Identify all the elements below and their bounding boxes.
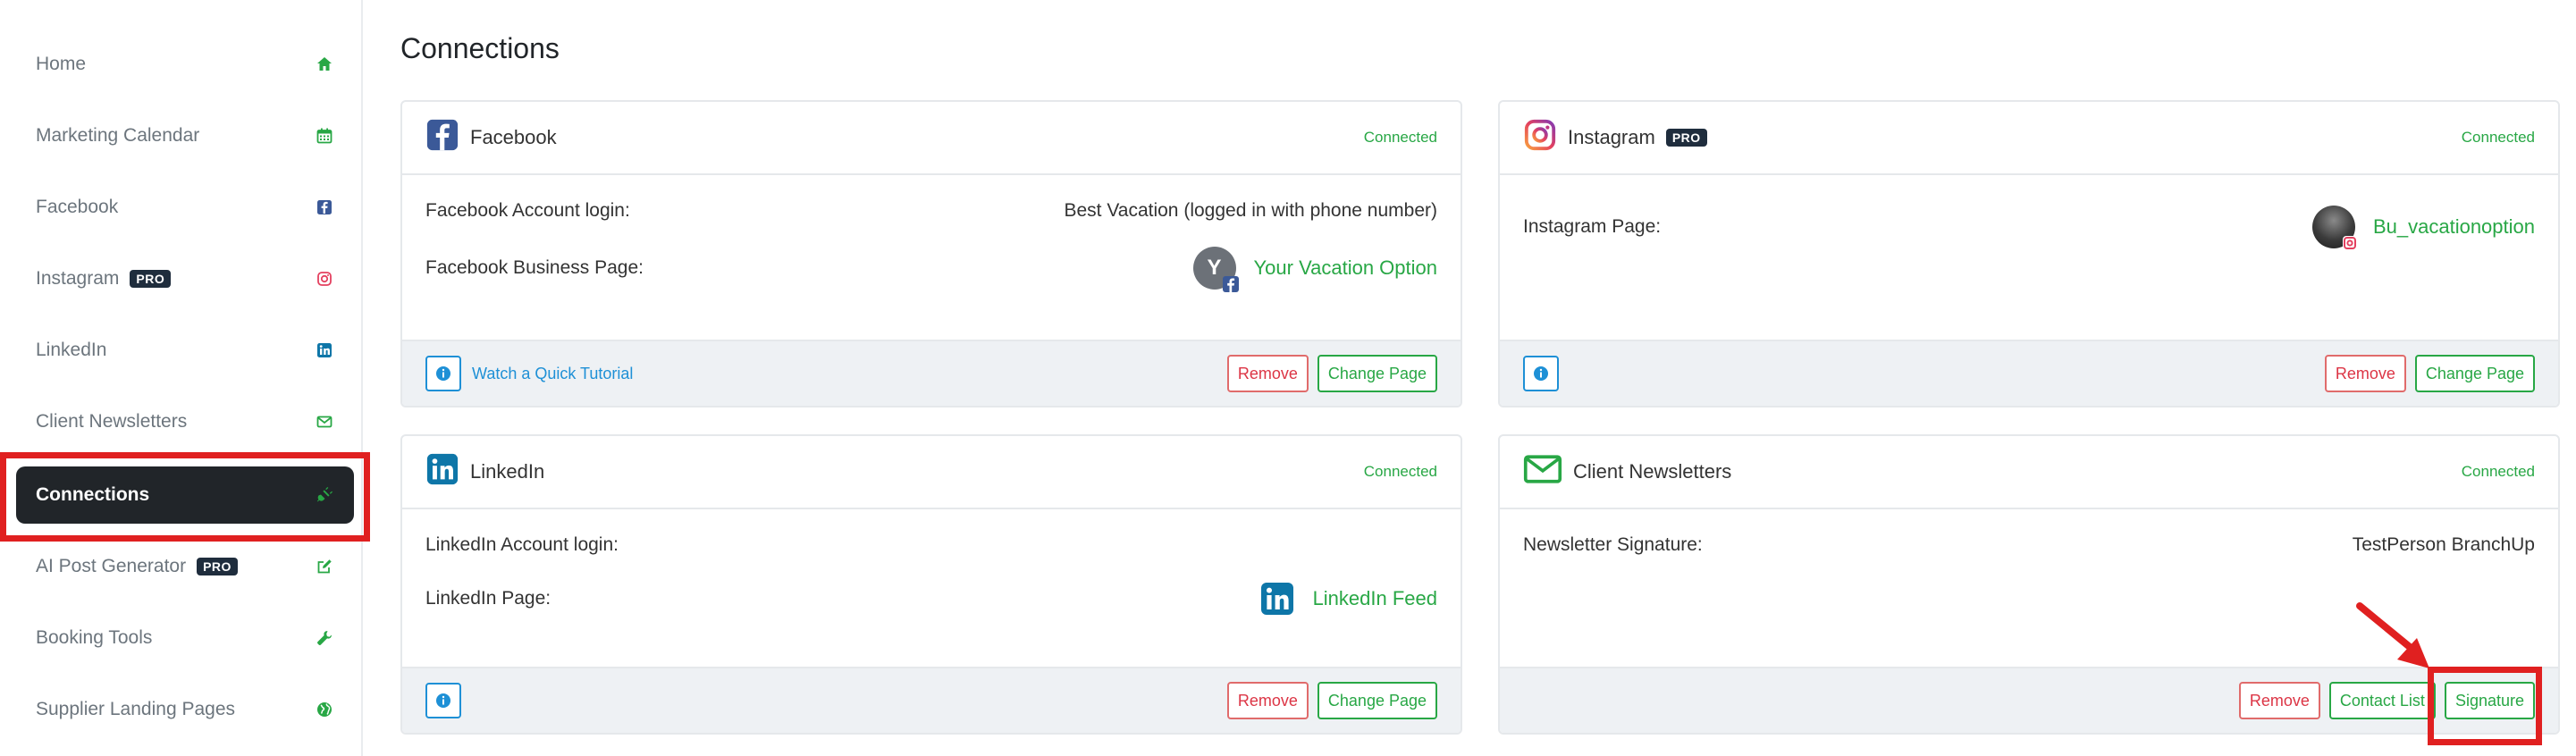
sidebar-item-client-newsletters[interactable]: Client Newsletters [16,393,354,450]
page-avatar [2311,206,2357,250]
highlight-box-signature [2428,667,2542,745]
facebook-account-row: Facebook Account login: Best Vacation (l… [425,200,1437,222]
globe-icon [315,700,334,719]
instagram-icon [315,269,334,289]
sidebar-item-label: Instagram [36,268,120,289]
sidebar-item-label: LinkedIn [36,340,107,360]
sidebar-item-label: Facebook [36,197,119,217]
linkedin-page-link[interactable]: LinkedIn Feed [1313,587,1437,610]
facebook-page-link[interactable]: Your Vacation Option [1254,256,1437,280]
card-title: LinkedIn [470,460,545,483]
status-connected: Connected [2461,129,2535,146]
row-value: Best Vacation (logged in with phone numb… [1064,200,1437,221]
facebook-badge-icon [1222,276,1239,292]
remove-button[interactable]: Remove [1226,682,1309,719]
linkedin-page-row: LinkedIn Page: LinkedIn Feed [425,572,1437,626]
envelope-logo-icon [1523,452,1562,491]
remove-button[interactable]: Remove [1226,355,1309,392]
sidebar-item-linkedin[interactable]: LinkedIn [16,322,354,379]
highlight-box-connections [0,452,370,542]
sidebar-item-instagram[interactable]: Instagram PRO [16,250,354,307]
card-footer: Watch a Quick Tutorial Remove Change Pag… [402,340,1461,406]
edit-icon [315,557,334,576]
info-button[interactable] [1523,356,1559,391]
sidebar-item-marketing-calendar[interactable]: Marketing Calendar [16,107,354,164]
client-newsletters-card: Client Newsletters Connected Newsletter … [1498,434,2560,735]
sidebar-item-label: Supplier Landing Pages [36,699,236,719]
sidebar-item-facebook[interactable]: Facebook [16,179,354,236]
pro-badge: PRO [1665,129,1707,147]
linkedin-logo-icon [425,452,459,491]
row-label: Newsletter Signature: [1523,534,1703,555]
linkedin-card: LinkedIn Connected LinkedIn Account logi… [400,434,1462,735]
row-label: LinkedIn Page: [425,588,551,609]
calendar-icon [315,126,334,146]
linkedin-page-icon [1260,583,1293,615]
info-icon [436,693,450,708]
row-label: Instagram Page: [1523,216,1662,237]
status-connected: Connected [1363,463,1437,480]
sidebar-item-label: Marketing Calendar [36,125,200,146]
instagram-card: Instagram PRO Connected Instagram Page: … [1498,100,2560,407]
card-title: Facebook [470,126,557,148]
arrow-annotation-icon [2356,602,2429,668]
facebook-card: Facebook Connected Facebook Account logi… [400,100,1462,407]
row-label: LinkedIn Account login: [425,534,619,555]
card-footer: Remove Contact List Signature [1500,667,2558,733]
card-title: Instagram [1568,126,1655,148]
sidebar-item-ai-post-generator[interactable]: AI Post Generator PRO [16,538,354,595]
card-footer: Remove Change Page [402,667,1461,733]
wrench-icon [315,628,334,648]
row-label: Facebook Account login: [425,200,630,221]
change-page-button[interactable]: Change Page [1317,355,1437,392]
remove-button[interactable]: Remove [2238,682,2320,719]
facebook-icon [315,197,334,217]
facebook-logo-icon [425,118,459,157]
row-value: TestPerson BranchUp [2352,534,2535,555]
info-icon [1534,366,1548,381]
page-avatar: Y [1192,247,1239,292]
change-page-button[interactable]: Change Page [2414,355,2535,392]
status-connected: Connected [1363,129,1437,146]
sidebar-item-label: AI Post Generator [36,556,187,576]
remove-button[interactable]: Remove [2324,355,2406,392]
card-header: Instagram PRO Connected [1500,102,2558,175]
avatar-letter: Y [1207,256,1222,280]
linkedin-icon [315,340,334,360]
card-header: Client Newsletters Connected [1500,436,2558,509]
linkedin-account-row: LinkedIn Account login: [425,534,1437,556]
pro-badge: PRO [197,558,238,575]
sidebar: Home Marketing Calendar Facebook Instagr… [0,0,363,756]
watch-tutorial-link[interactable]: Watch a Quick Tutorial [472,365,633,383]
facebook-page-row: Facebook Business Page: Y Your Vacation … [425,241,1437,295]
instagram-page-link[interactable]: Bu_vacationoption [2373,215,2535,239]
envelope-icon [315,412,334,432]
newsletter-signature-row: Newsletter Signature: TestPerson BranchU… [1523,534,2535,556]
card-header: Facebook Connected [402,102,1461,175]
change-page-button[interactable]: Change Page [1317,682,1437,719]
instagram-page-row: Instagram Page: Bu_vacationoption [1523,200,2535,254]
card-footer: Remove Change Page [1500,340,2558,406]
card-header: LinkedIn Connected [402,436,1461,509]
home-icon [315,55,334,74]
info-button[interactable] [425,683,461,718]
info-icon [436,366,450,381]
instagram-badge-icon [2342,236,2357,250]
row-label: Facebook Business Page: [425,257,644,278]
sidebar-item-label: Booking Tools [36,627,153,648]
pro-badge: PRO [130,270,172,288]
info-button[interactable] [425,356,461,391]
status-connected: Connected [2461,463,2535,480]
sidebar-item-home[interactable]: Home [16,36,354,93]
sidebar-item-label: Client Newsletters [36,411,188,432]
sidebar-item-label: Home [36,54,87,74]
sidebar-item-supplier-landing-pages[interactable]: Supplier Landing Pages [16,681,354,738]
instagram-logo-icon [1523,118,1557,157]
contact-list-button[interactable]: Contact List [2328,682,2436,719]
card-title: Client Newsletters [1573,460,1732,483]
sidebar-item-booking-tools[interactable]: Booking Tools [16,609,354,667]
page-title: Connections [400,32,560,64]
